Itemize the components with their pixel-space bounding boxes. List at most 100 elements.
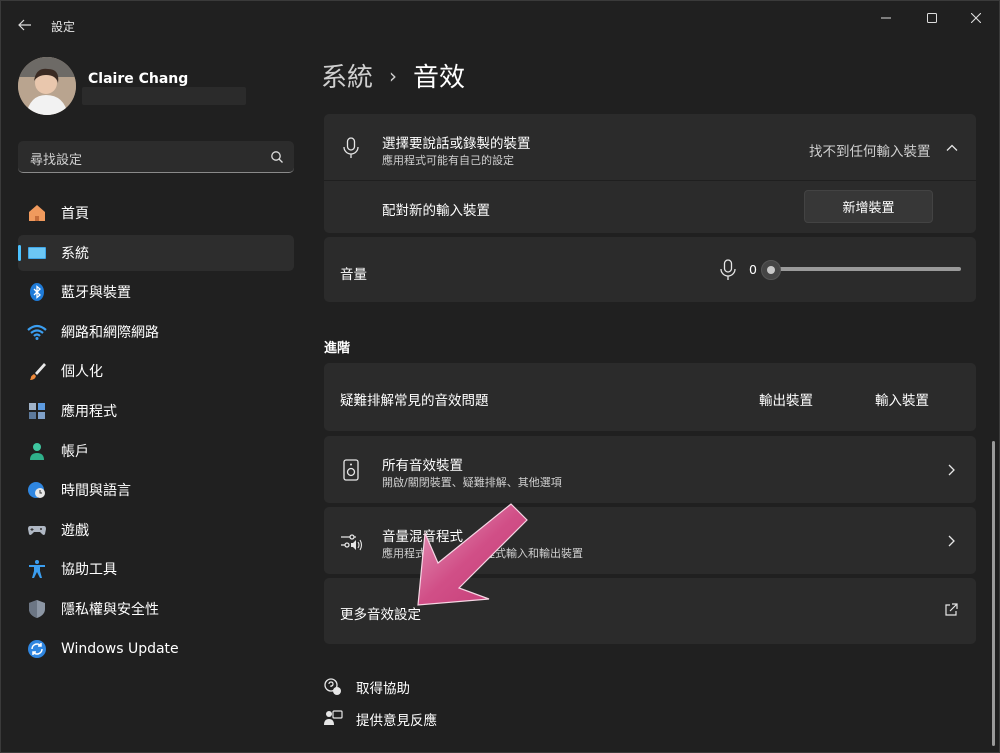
app-title: 設定 bbox=[51, 20, 76, 34]
title-bar: 設定 bbox=[1, 1, 1000, 49]
sidebar-item-label: 藍牙與裝置 bbox=[61, 285, 131, 302]
sidebar-item-accounts[interactable]: 帳戶 bbox=[18, 433, 294, 469]
sidebar-item-time-language[interactable]: 時間與語言 bbox=[18, 472, 294, 508]
apps-icon bbox=[27, 401, 47, 421]
section-title-advanced: 進階 bbox=[324, 341, 351, 356]
sidebar-item-label: 應用程式 bbox=[61, 403, 117, 420]
all-sound-devices-card[interactable]: 所有音效裝置 開啟/關閉裝置、疑難排解、其他選項 bbox=[324, 436, 976, 503]
get-help-link[interactable]: 取得協助 bbox=[321, 675, 521, 699]
search-icon[interactable] bbox=[270, 150, 284, 164]
microphone-icon bbox=[340, 137, 362, 159]
sidebar-item-label: 協助工具 bbox=[61, 562, 117, 579]
sidebar-item-personalization[interactable]: 個人化 bbox=[18, 353, 294, 389]
add-device-button[interactable]: 新增裝置 bbox=[804, 190, 933, 223]
page-title: 音效 bbox=[413, 63, 466, 93]
maximize-icon bbox=[927, 13, 937, 23]
more-sound-settings-card[interactable]: 更多音效設定 bbox=[324, 578, 976, 644]
chevron-up-icon[interactable] bbox=[945, 141, 959, 155]
globe-clock-icon bbox=[27, 480, 47, 500]
settings-window: 設定 Claire Chang 尋找設定 首頁 系統 藍牙與裝置 網路和網際網路… bbox=[0, 0, 1000, 753]
troubleshoot-title: 疑難排解常見的音效問題 bbox=[340, 393, 489, 409]
pair-input-row: 配對新的輸入裝置 新增裝置 bbox=[324, 181, 976, 233]
sidebar-item-network[interactable]: 網路和網際網路 bbox=[18, 314, 294, 350]
gamepad-icon bbox=[27, 520, 47, 540]
shield-icon bbox=[27, 599, 47, 619]
troubleshoot-input-button[interactable]: 輸入裝置 bbox=[875, 389, 929, 409]
mixer-title: 音量混音程式 bbox=[382, 529, 463, 545]
scrollbar[interactable] bbox=[992, 441, 995, 746]
mixer-icon bbox=[340, 530, 364, 552]
sidebar-item-system[interactable]: 系統 bbox=[18, 234, 294, 271]
home-icon bbox=[27, 203, 47, 223]
user-profile[interactable]: Claire Chang bbox=[18, 57, 298, 117]
breadcrumb-parent[interactable]: 系統 bbox=[321, 57, 373, 94]
person-icon bbox=[27, 441, 47, 461]
pair-input-label: 配對新的輸入裝置 bbox=[382, 203, 490, 219]
volume-slider-track[interactable] bbox=[771, 267, 961, 271]
user-name: Claire Chang bbox=[88, 71, 189, 87]
sidebar-item-apps[interactable]: 應用程式 bbox=[18, 393, 294, 429]
sidebar-item-windows-update[interactable]: Windows Update bbox=[18, 631, 294, 667]
sidebar-item-home[interactable]: 首頁 bbox=[18, 195, 294, 231]
sidebar-item-label: 遊戲 bbox=[61, 522, 89, 539]
minimize-button[interactable] bbox=[863, 5, 909, 31]
sidebar-item-label: 系統 bbox=[61, 245, 89, 262]
input-device-header[interactable]: 選擇要說話或錄製的裝置 應用程式可能有自己的設定 找不到任何輸入裝置 bbox=[324, 114, 976, 181]
sidebar-item-label: 帳戶 bbox=[61, 443, 89, 460]
sidebar-item-label: 個人化 bbox=[61, 364, 103, 381]
volume-slider-thumb[interactable] bbox=[761, 260, 781, 280]
wifi-icon bbox=[27, 322, 47, 342]
mixer-subtitle: 應用程式 bbox=[382, 547, 426, 560]
back-arrow-icon bbox=[18, 19, 31, 31]
sidebar-item-label: 首頁 bbox=[61, 206, 89, 222]
get-help-label: 取得協助 bbox=[356, 681, 410, 697]
external-link-icon bbox=[945, 603, 958, 616]
all-devices-title: 所有音效裝置 bbox=[382, 458, 463, 474]
close-button[interactable] bbox=[953, 5, 999, 31]
volume-label: 音量 bbox=[340, 267, 367, 283]
accessibility-icon bbox=[27, 559, 47, 579]
sidebar-item-gaming[interactable]: 遊戲 bbox=[18, 512, 294, 548]
back-button[interactable] bbox=[11, 13, 39, 37]
minimize-icon bbox=[881, 17, 891, 19]
monitor-icon bbox=[27, 243, 47, 263]
troubleshoot-output-button[interactable]: 輸出裝置 bbox=[759, 389, 813, 409]
speaker-icon bbox=[340, 459, 362, 481]
breadcrumb-separator: › bbox=[389, 63, 398, 88]
maximize-button[interactable] bbox=[909, 5, 955, 31]
user-email-redacted bbox=[82, 87, 246, 105]
feedback-link[interactable]: 提供意見反應 bbox=[321, 707, 521, 731]
input-device-status: 找不到任何輸入裝置 bbox=[809, 144, 931, 160]
sidebar-item-accessibility[interactable]: 協助工具 bbox=[18, 551, 294, 587]
chevron-right-icon bbox=[948, 464, 955, 476]
sidebar-item-label: 網路和網際網路 bbox=[61, 324, 159, 341]
sidebar-nav: 首頁 系統 藍牙與裝置 網路和網際網路 個人化 應用程式 帳戶 時間與語言 遊戲… bbox=[18, 195, 294, 670]
sidebar-item-label: Windows Update bbox=[61, 640, 179, 657]
volume-mixer-card[interactable]: 音量混音程式 應用程式 用程式輸入和輸出裝置 bbox=[324, 507, 976, 574]
close-icon bbox=[971, 13, 981, 23]
search-input[interactable]: 尋找設定 bbox=[30, 149, 82, 168]
sidebar-item-label: 隱私權與安全性 bbox=[61, 601, 159, 618]
bluetooth-icon bbox=[27, 282, 47, 302]
search-box[interactable]: 尋找設定 bbox=[18, 141, 294, 173]
feedback-icon bbox=[324, 710, 343, 725]
help-chat-icon bbox=[324, 678, 341, 695]
update-icon bbox=[27, 639, 47, 659]
brush-icon bbox=[27, 361, 47, 381]
avatar bbox=[18, 57, 76, 115]
sidebar-item-label: 時間與語言 bbox=[61, 483, 131, 500]
input-device-title: 選擇要說話或錄製的裝置 bbox=[382, 136, 531, 152]
troubleshoot-card: 疑難排解常見的音效問題 輸出裝置 輸入裝置 bbox=[324, 363, 976, 431]
feedback-label: 提供意見反應 bbox=[356, 713, 437, 729]
all-devices-subtitle: 開啟/關閉裝置、疑難排解、其他選項 bbox=[382, 476, 562, 489]
input-device-card: 選擇要說話或錄製的裝置 應用程式可能有自己的設定 找不到任何輸入裝置 配對新的輸… bbox=[324, 114, 976, 233]
sidebar-item-privacy[interactable]: 隱私權與安全性 bbox=[18, 591, 294, 627]
chevron-right-icon bbox=[948, 535, 955, 547]
microphone-icon[interactable] bbox=[720, 259, 736, 281]
more-sound-settings-title: 更多音效設定 bbox=[340, 607, 421, 623]
input-device-subtitle: 應用程式可能有自己的設定 bbox=[382, 154, 514, 167]
sidebar-item-bluetooth[interactable]: 藍牙與裝置 bbox=[18, 274, 294, 310]
mixer-subtitle-tail: 用程式輸入和輸出裝置 bbox=[473, 547, 583, 560]
volume-value: 0 bbox=[749, 262, 757, 277]
breadcrumb: 系統 › 音效 bbox=[321, 57, 465, 94]
